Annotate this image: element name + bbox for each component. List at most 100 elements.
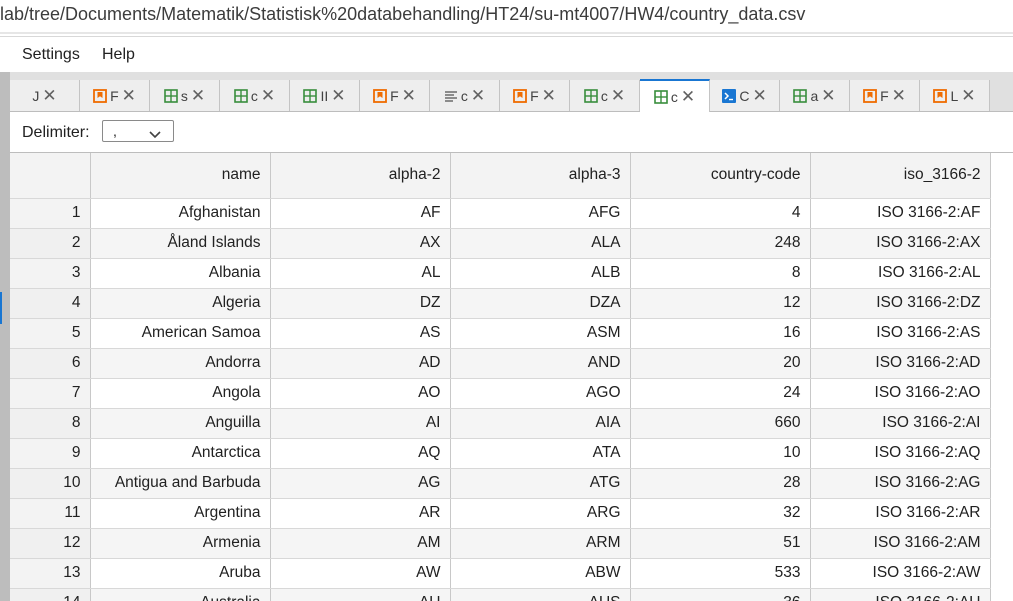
table-cell[interactable]: Armenia [90,528,271,559]
tab-1[interactable]: J ✕ [10,80,80,111]
table-cell[interactable]: 248 [630,228,811,259]
row-number[interactable]: 6 [10,348,91,379]
table-cell[interactable]: ARM [450,528,631,559]
table-cell[interactable]: ATA [450,438,631,469]
tab-9[interactable]: c ✕ [570,80,640,111]
table-cell[interactable]: Australia [90,588,271,601]
table-cell[interactable]: 8 [630,258,811,289]
table-cell[interactable]: AD [270,348,451,379]
close-icon[interactable]: ✕ [961,87,975,104]
table-cell[interactable]: 533 [630,558,811,589]
table-cell[interactable]: AQ [270,438,451,469]
table-cell[interactable]: Andorra [90,348,271,379]
tab-7[interactable]: c ✕ [430,80,500,111]
table-cell[interactable]: ISO 3166-2:AG [810,468,991,499]
table-cell[interactable]: ISO 3166-2:AO [810,378,991,409]
table-cell[interactable]: DZ [270,288,451,319]
table-cell[interactable]: AND [450,348,631,379]
close-icon[interactable]: ✕ [331,87,345,104]
table-cell[interactable]: AW [270,558,451,589]
close-icon[interactable]: ✕ [681,88,695,105]
row-number[interactable]: 4 [10,288,91,319]
table-cell[interactable]: Antarctica [90,438,271,469]
close-icon[interactable]: ✕ [42,87,56,104]
row-number[interactable]: 7 [10,378,91,409]
table-cell[interactable]: AIA [450,408,631,439]
table-cell[interactable]: AS [270,318,451,349]
close-icon[interactable]: ✕ [191,87,205,104]
close-icon[interactable]: ✕ [261,87,275,104]
table-cell[interactable]: 12 [630,288,811,319]
close-icon[interactable]: ✕ [542,87,556,104]
table-cell[interactable]: AU [270,588,451,601]
tab-2[interactable]: F ✕ [80,80,150,111]
table-cell[interactable]: Albania [90,258,271,289]
column-header[interactable]: iso_3166-2 [810,153,991,199]
table-cell[interactable]: American Samoa [90,318,271,349]
menu-settings[interactable]: Settings [22,46,80,64]
table-cell[interactable]: 28 [630,468,811,499]
table-cell[interactable]: ISO 3166-2:AU [810,588,991,601]
table-cell[interactable]: Anguilla [90,408,271,439]
tab-4[interactable]: c ✕ [220,80,290,111]
table-cell[interactable]: AG [270,468,451,499]
table-cell[interactable]: 16 [630,318,811,349]
corner-header[interactable] [10,153,91,199]
tab-11[interactable]: C ✕ [710,80,780,111]
column-header[interactable]: name [90,153,271,199]
close-icon[interactable]: ✕ [471,87,485,104]
tab-8[interactable]: F ✕ [500,80,570,111]
table-cell[interactable]: 32 [630,498,811,529]
table-cell[interactable]: ATG [450,468,631,499]
row-number[interactable]: 12 [10,528,91,559]
table-cell[interactable]: ISO 3166-2:AL [810,258,991,289]
row-number[interactable]: 13 [10,558,91,589]
table-cell[interactable]: ISO 3166-2:AW [810,558,991,589]
table-cell[interactable]: 24 [630,378,811,409]
row-number[interactable]: 11 [10,498,91,529]
table-cell[interactable]: ISO 3166-2:DZ [810,288,991,319]
table-cell[interactable]: ASM [450,318,631,349]
menu-help[interactable]: Help [102,46,135,64]
tab-3[interactable]: s ✕ [150,80,220,111]
table-cell[interactable]: 660 [630,408,811,439]
table-cell[interactable]: Algeria [90,288,271,319]
table-cell[interactable]: Afghanistan [90,198,271,229]
table-cell[interactable]: ALA [450,228,631,259]
table-cell[interactable]: Argentina [90,498,271,529]
table-cell[interactable]: ISO 3166-2:AD [810,348,991,379]
table-cell[interactable]: Aruba [90,558,271,589]
close-icon[interactable]: ✕ [611,87,625,104]
row-number[interactable]: 2 [10,228,91,259]
table-cell[interactable]: 20 [630,348,811,379]
table-cell[interactable]: AF [270,198,451,229]
tab-13[interactable]: F ✕ [850,80,920,111]
table-cell[interactable]: ALB [450,258,631,289]
row-number[interactable]: 9 [10,438,91,469]
table-cell[interactable]: Antigua and Barbuda [90,468,271,499]
table-cell[interactable]: AM [270,528,451,559]
table-cell[interactable]: AX [270,228,451,259]
table-cell[interactable]: Angola [90,378,271,409]
row-number[interactable]: 1 [10,198,91,229]
row-number[interactable]: 10 [10,468,91,499]
row-number[interactable]: 14 [10,588,91,601]
table-cell[interactable]: AGO [450,378,631,409]
column-header[interactable]: alpha-3 [450,153,631,199]
close-icon[interactable]: ✕ [122,87,136,104]
table-cell[interactable]: ISO 3166-2:AI [810,408,991,439]
table-cell[interactable]: ISO 3166-2:AQ [810,438,991,469]
tab-10[interactable]: c ✕ [640,79,710,112]
row-number[interactable]: 8 [10,408,91,439]
row-number[interactable]: 5 [10,318,91,349]
close-icon[interactable]: ✕ [402,87,416,104]
url-bar[interactable]: lab/tree/Documents/Matematik/Statistisk%… [0,0,1013,32]
tab-5[interactable]: II ✕ [290,80,360,111]
table-cell[interactable]: AO [270,378,451,409]
close-icon[interactable]: ✕ [821,87,835,104]
column-header[interactable]: alpha-2 [270,153,451,199]
close-icon[interactable]: ✕ [892,87,906,104]
table-cell[interactable]: ISO 3166-2:AM [810,528,991,559]
table-cell[interactable]: ISO 3166-2:AS [810,318,991,349]
table-cell[interactable]: ISO 3166-2:AX [810,228,991,259]
